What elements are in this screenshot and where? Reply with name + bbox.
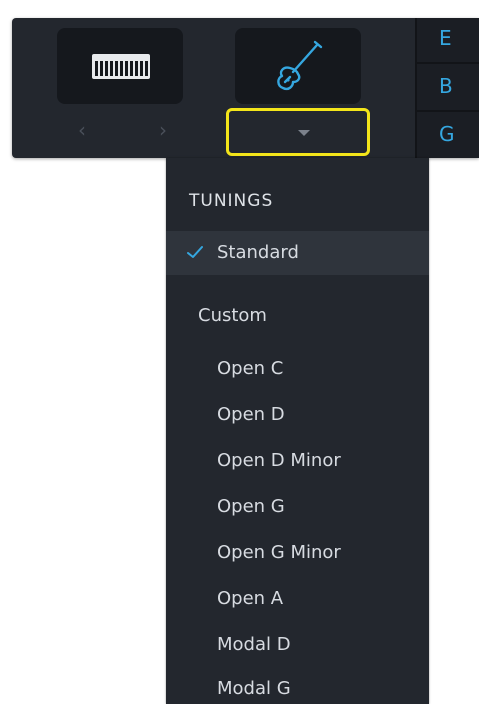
- string-cell-3[interactable]: G: [417, 114, 479, 158]
- tuning-option-label: Open D: [217, 404, 285, 425]
- string-cell-1[interactable]: E: [417, 18, 479, 64]
- tuning-option-label: Open C: [217, 358, 284, 379]
- string-label: E: [439, 26, 452, 50]
- highlight-box: [226, 108, 370, 156]
- app-stage: ‹ › E B G TUNINGS Standard Custom Open C…: [0, 0, 479, 704]
- next-instrument-button[interactable]: ›: [149, 116, 177, 144]
- guitar-instrument-button[interactable]: [235, 28, 361, 104]
- tuning-option-label: Modal G: [217, 678, 291, 699]
- dropdown-header: TUNINGS: [189, 191, 274, 211]
- tuning-option-label: Open A: [217, 588, 284, 609]
- keyboard-instrument-button[interactable]: [57, 28, 183, 104]
- previous-instrument-button[interactable]: ‹: [68, 116, 96, 144]
- custom-group-label: Custom: [198, 305, 267, 326]
- string-label: B: [439, 74, 453, 98]
- tuning-option-label: Open G Minor: [217, 542, 341, 563]
- string-label: G: [439, 122, 455, 146]
- checkmark-icon: [187, 246, 203, 258]
- tuning-option[interactable]: Open D: [166, 404, 429, 448]
- string-cell-2[interactable]: B: [417, 66, 479, 112]
- tuning-option-label: Modal D: [217, 634, 291, 655]
- tuning-option[interactable]: Modal D: [166, 634, 429, 678]
- tuning-option-standard[interactable]: Standard: [166, 231, 429, 275]
- tuning-option[interactable]: Open A: [166, 588, 429, 632]
- tuning-option[interactable]: Open D Minor: [166, 450, 429, 494]
- tuning-option[interactable]: Open G Minor: [166, 542, 429, 586]
- string-list: E B G: [415, 18, 479, 158]
- tuning-option-label: Standard: [217, 242, 299, 263]
- tunings-dropdown-menu: TUNINGS Standard Custom Open C Open D Op…: [166, 158, 429, 704]
- tuning-option[interactable]: Open G: [166, 496, 429, 540]
- electric-guitar-icon: [277, 40, 323, 91]
- piano-keys-icon: [92, 54, 150, 79]
- tuning-option[interactable]: Open C: [166, 358, 429, 402]
- tuning-option-label: Open D Minor: [217, 450, 341, 471]
- tuning-option-label: Open G: [217, 496, 285, 517]
- tuning-option[interactable]: Modal G: [166, 678, 429, 704]
